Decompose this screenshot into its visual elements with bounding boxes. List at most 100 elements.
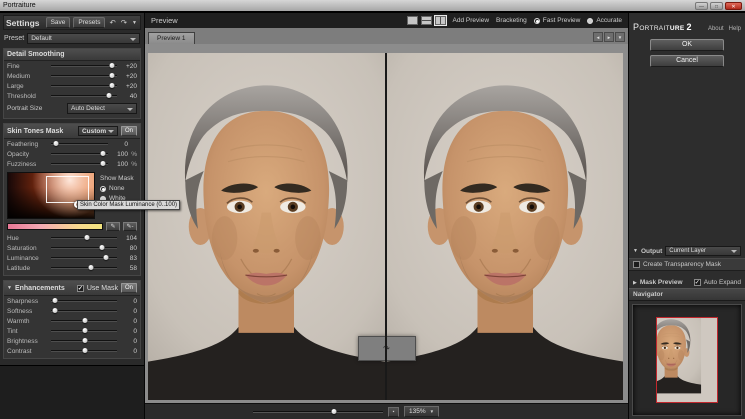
slider-track[interactable] [51,267,117,269]
slider-track[interactable] [51,310,117,312]
slider-thumb[interactable] [88,265,93,270]
preview-image-before[interactable] [148,53,385,400]
single-view-icon[interactable] [407,16,418,25]
slider-track[interactable] [51,153,108,155]
zoom-slider[interactable] [253,411,383,413]
slider-thumb[interactable] [83,338,88,343]
split-drag-handle[interactable]: ↷ [358,336,416,361]
horizontal-split-icon[interactable] [421,16,432,25]
about-link[interactable]: About [708,26,724,32]
minimize-button[interactable]: — [695,2,708,10]
maximize-button[interactable]: □ [710,2,723,10]
slider-thumb[interactable] [83,318,88,323]
eyedropper-add-icon[interactable]: ✎ [106,222,120,231]
slider-thumb[interactable] [109,83,114,88]
slider-track[interactable] [51,163,108,165]
picker-selection-rect[interactable] [46,176,89,203]
slider-track[interactable] [51,95,117,97]
slider-track[interactable] [51,247,117,249]
output-target-dropdown[interactable]: Current Layer [665,246,741,256]
preset-dropdown[interactable]: Default [27,33,140,44]
slider-thumb[interactable] [83,348,88,353]
enhancements-title: Enhancements [15,285,65,292]
detail-smoothing-header[interactable]: Detail Smoothing [4,49,140,61]
cancel-button[interactable]: Cancel [650,55,724,67]
enhancements-header[interactable]: ▼ Enhancements ✓ Use Mask On [4,281,140,296]
slider-track[interactable] [51,65,117,67]
tab-preview-1[interactable]: Preview 1 [148,32,195,44]
presets-button[interactable]: Presets [73,17,105,28]
tab-scroll-right-icon[interactable]: ► [604,32,614,42]
slider-thumb[interactable] [109,63,114,68]
enhancements-on-button[interactable]: On [121,283,137,293]
auto-expand-checkbox[interactable]: ✓ [694,279,701,286]
show-mask-none-label: None [109,185,125,192]
slider-track[interactable] [51,85,117,87]
slider-thumb[interactable] [52,308,57,313]
portrait-size-dropdown[interactable]: Auto Detect [67,103,137,114]
show-mask-option-none[interactable]: None [100,185,134,192]
slider-thumb[interactable] [104,255,109,260]
zoom-fit-button[interactable]: ▪ [388,407,399,417]
slider-thumb[interactable] [101,161,106,166]
collapse-icon[interactable]: ▼ [7,285,12,291]
bracketing-button[interactable]: Bracketing [496,17,527,24]
eyedropper-subtract-icon[interactable]: ✎- [123,222,137,231]
collapse-icon[interactable]: ▼ [633,248,638,254]
slider-track[interactable] [51,143,108,145]
slider-label: Warmth [7,318,47,325]
skin-color-picker[interactable] [7,172,95,219]
hue-gradient-bar[interactable] [7,223,103,230]
accurate-option[interactable]: Accurate [587,17,622,24]
slider-track[interactable] [51,330,117,332]
add-preview-button[interactable]: Add Preview [453,17,490,24]
navigator-thumbnail[interactable] [656,317,718,403]
split-divider[interactable] [385,53,387,400]
slider-thumb[interactable] [84,235,89,240]
transparency-mask-row[interactable]: Create Transparency Mask [629,258,745,271]
zoom-level-dropdown[interactable]: 135% ▼ [404,406,439,417]
slider-thumb[interactable] [101,151,106,156]
vertical-split-icon[interactable] [435,16,446,25]
slider-label: Fuzziness [7,161,47,168]
close-button[interactable]: ✕ [725,2,742,10]
tab-menu-icon[interactable]: ▼ [615,32,625,42]
mask-mode-dropdown[interactable]: Custom [78,126,118,136]
slider-track[interactable] [51,340,117,342]
undo-icon[interactable]: ↶ [108,18,116,27]
save-button[interactable]: Save [46,17,71,28]
slider-thumb[interactable] [109,73,114,78]
slider-label: Luminance [7,255,47,262]
ok-button[interactable]: OK [650,39,724,51]
slider-thumb[interactable] [53,141,58,146]
slider-track[interactable] [51,350,117,352]
skin-tones-mask-header[interactable]: Skin Tones Mask Custom On [4,124,140,139]
use-mask-checkbox[interactable]: ✓ [77,285,84,292]
slider-value: 0 [121,298,137,305]
preview-image-after[interactable] [387,53,624,400]
slider-thumb[interactable] [83,328,88,333]
redo-icon[interactable]: ↷ [120,18,128,27]
slider-thumb[interactable] [52,298,57,303]
transparency-mask-checkbox[interactable] [633,261,640,268]
slider-track[interactable] [51,300,117,302]
help-link[interactable]: Help [729,26,741,32]
detail-smoothing-section: Detail Smoothing Fine+20Medium+20Large+2… [3,48,141,119]
slider-track[interactable] [51,320,117,322]
slider-track[interactable] [51,237,117,239]
slider-track[interactable] [51,75,117,77]
panel-menu-icon[interactable]: ▼ [131,20,138,26]
slider-label: Tint [7,328,47,335]
tab-scroll-left-icon[interactable]: ◄ [593,32,603,42]
window-titlebar: Portraiture — □ ✕ [0,0,745,11]
auto-expand-label: Auto Expand [704,279,741,286]
slider-warmth: Warmth0 [4,316,140,326]
slider-suffix: % [128,151,137,158]
slider-thumb[interactable] [107,93,112,98]
mask-on-button[interactable]: On [121,126,137,136]
slider-track[interactable] [51,257,117,259]
fast-preview-option[interactable]: Fast Preview [534,17,581,24]
zoom-slider-thumb[interactable] [331,409,336,414]
expand-icon[interactable]: ▶ [633,280,637,286]
slider-thumb[interactable] [100,245,105,250]
